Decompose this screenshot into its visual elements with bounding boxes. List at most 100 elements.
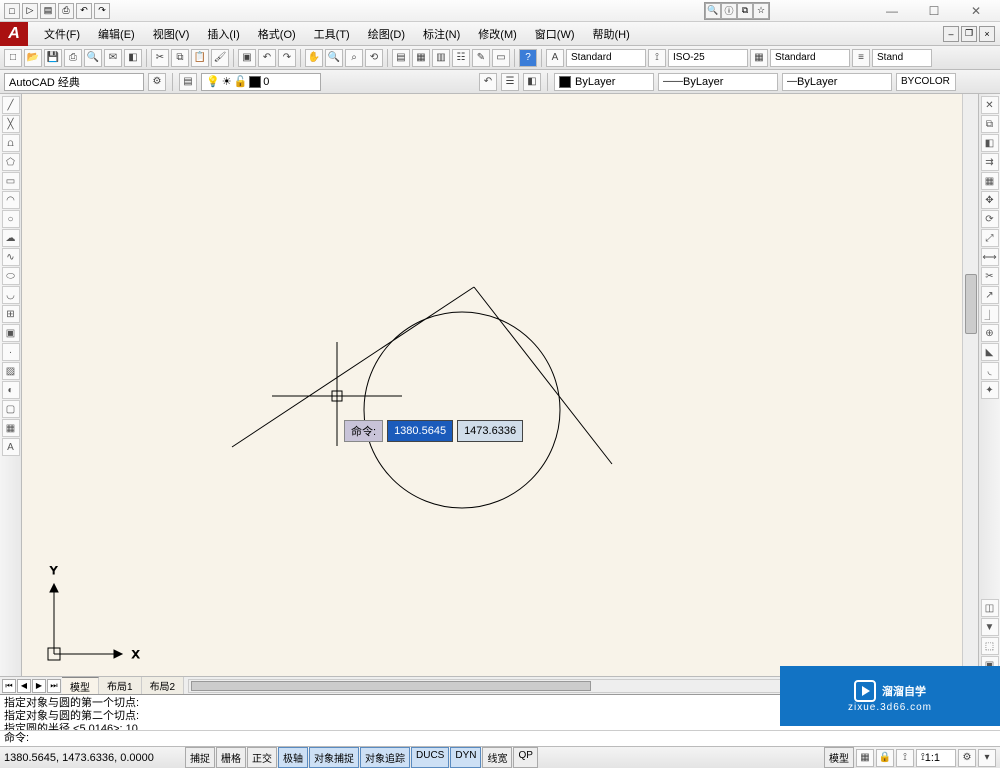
status-toggle-栅格[interactable]: 栅格 [216, 747, 246, 768]
menu-edit[interactable]: 编辑(E) [90, 22, 143, 46]
status-toggle-对象追踪[interactable]: 对象追踪 [360, 747, 410, 768]
calc-icon[interactable]: ▭ [492, 49, 510, 67]
preview-icon[interactable]: 🔍 [84, 49, 102, 67]
menu-insert[interactable]: 插入(I) [199, 22, 247, 46]
zoom-rt-icon[interactable]: 🔍 [325, 49, 343, 67]
copy2-icon[interactable]: ⧉ [981, 115, 999, 133]
minimize-button[interactable]: — [872, 1, 912, 21]
navcube-icon[interactable]: ◫ [981, 599, 999, 617]
zoom-prev-icon[interactable]: ⟲ [365, 49, 383, 67]
menu-window[interactable]: 窗口(W) [527, 22, 583, 46]
info-icon[interactable]: ⓘ [721, 3, 737, 19]
hatch-icon[interactable]: ▨ [2, 362, 20, 380]
status-toggle-线宽[interactable]: 线宽 [482, 747, 512, 768]
open-icon[interactable]: 📂 [24, 49, 42, 67]
zoom-win-icon[interactable]: ⌕ [345, 49, 363, 67]
tab-first-icon[interactable]: ⏮ [2, 679, 16, 693]
dwf-icon[interactable]: ◧ [124, 49, 142, 67]
offset-icon[interactable]: ⇉ [981, 153, 999, 171]
layer-mgr-icon[interactable]: ▤ [179, 73, 197, 91]
tab-prev-icon[interactable]: ◀ [17, 679, 31, 693]
layer-iso-icon[interactable]: ◧ [523, 73, 541, 91]
pline-icon[interactable]: ⩍ [2, 134, 20, 152]
tab-next-icon[interactable]: ▶ [32, 679, 46, 693]
layer-dropdown[interactable]: 💡 ☀ 🔓 0 [201, 73, 321, 91]
exchange-icon[interactable]: ⧉ [737, 3, 753, 19]
layer-state-icon[interactable]: ☰ [501, 73, 519, 91]
coordinates-readout[interactable]: 1380.5645, 1473.6336, 0.0000 [4, 752, 184, 764]
tab-last-icon[interactable]: ⏭ [47, 679, 61, 693]
new-icon[interactable]: □ [4, 49, 22, 67]
dyn-y-field[interactable]: 1473.6336 [457, 420, 523, 442]
vscroll-thumb[interactable] [965, 274, 977, 334]
pan-icon[interactable]: ✋ [305, 49, 323, 67]
rect-icon[interactable]: ▭ [2, 172, 20, 190]
gradient-icon[interactable]: ◐ [2, 381, 20, 399]
status-toggle-对象捕捉[interactable]: 对象捕捉 [309, 747, 359, 768]
publish-icon[interactable]: ✉ [104, 49, 122, 67]
tp-icon[interactable]: ▥ [432, 49, 450, 67]
status-toggle-QP[interactable]: QP [513, 747, 537, 768]
view3d-icon[interactable]: ⬚ [981, 637, 999, 655]
table-icon[interactable]: ▦ [2, 419, 20, 437]
makeblock-icon[interactable]: ▣ [2, 324, 20, 342]
array-icon[interactable]: ▦ [981, 172, 999, 190]
qat-print-icon[interactable]: ⎙ [58, 3, 74, 19]
workspace-dropdown[interactable]: AutoCAD 经典 [4, 73, 144, 91]
ws-settings-icon[interactable]: ⚙ [148, 73, 166, 91]
menu-modify[interactable]: 修改(M) [470, 22, 525, 46]
line-icon[interactable]: ╱ [2, 96, 20, 114]
revcloud-icon[interactable]: ☁ [2, 229, 20, 247]
ellipse-icon[interactable]: ⬭ [2, 267, 20, 285]
menu-tools[interactable]: 工具(T) [306, 22, 358, 46]
plotstyle-dropdown[interactable]: BYCOLOR [896, 73, 956, 91]
status-toggle-正交[interactable]: 正交 [247, 747, 277, 768]
stretch-icon[interactable]: ⟷ [981, 248, 999, 266]
qat-open-icon[interactable]: ▷ [22, 3, 38, 19]
drawing-canvas[interactable]: X Y 命令: 1380.5645 1473.6336 [22, 94, 962, 676]
qat-undo-icon[interactable]: ↶ [76, 3, 92, 19]
dimstyle-icon[interactable]: ⟟ [648, 49, 666, 67]
tab-layout1[interactable]: 布局1 [99, 677, 142, 694]
insert-icon[interactable]: ⊞ [2, 305, 20, 323]
doc-min-icon[interactable]: – [943, 26, 959, 42]
status-toggle-DYN[interactable]: DYN [450, 747, 481, 768]
xline-icon[interactable]: ╳ [2, 115, 20, 133]
spline-icon[interactable]: ∿ [2, 248, 20, 266]
textstyle-icon[interactable]: A [546, 49, 564, 67]
cut-icon[interactable]: ✂ [151, 49, 169, 67]
sheet-icon[interactable]: ☷ [452, 49, 470, 67]
extend-icon[interactable]: ↗ [981, 286, 999, 304]
doc-close-icon[interactable]: × [979, 26, 995, 42]
arc-icon[interactable]: ◠ [2, 191, 20, 209]
doc-restore-icon[interactable]: ❐ [961, 26, 977, 42]
redo-icon[interactable]: ↷ [278, 49, 296, 67]
ellipsearc-icon[interactable]: ◡ [2, 286, 20, 304]
break-icon[interactable]: ⏌ [981, 305, 999, 323]
save-icon[interactable]: 💾 [44, 49, 62, 67]
mlstyle-dropdown[interactable]: Stand [872, 49, 932, 67]
props-icon[interactable]: ▤ [392, 49, 410, 67]
point-icon[interactable]: · [2, 343, 20, 361]
layer-prev-icon[interactable]: ↶ [479, 73, 497, 91]
mirror-icon[interactable]: ◧ [981, 134, 999, 152]
match-icon[interactable]: 🖌 [211, 49, 229, 67]
navbar-icon[interactable]: ▼ [981, 618, 999, 636]
linetype-dropdown[interactable]: —— ByLayer [658, 73, 778, 91]
tab-model[interactable]: 模型 [62, 677, 99, 695]
color-dropdown[interactable]: ByLayer [554, 73, 654, 91]
block-icon[interactable]: ▣ [238, 49, 256, 67]
hscroll-thumb[interactable] [191, 681, 591, 691]
tablestyle-icon[interactable]: ▦ [750, 49, 768, 67]
menu-view[interactable]: 视图(V) [145, 22, 198, 46]
tab-layout2[interactable]: 布局2 [142, 677, 185, 694]
print-icon[interactable]: ⎙ [64, 49, 82, 67]
star-icon[interactable]: ☆ [753, 3, 769, 19]
fillet-icon[interactable]: ◟ [981, 362, 999, 380]
qat-save-icon[interactable]: ▤ [40, 3, 56, 19]
app-logo-icon[interactable]: A [0, 22, 28, 46]
polygon-icon[interactable]: ⬠ [2, 153, 20, 171]
help-icon[interactable]: ? [519, 49, 537, 67]
markup-icon[interactable]: ✎ [472, 49, 490, 67]
region-icon[interactable]: ▢ [2, 400, 20, 418]
